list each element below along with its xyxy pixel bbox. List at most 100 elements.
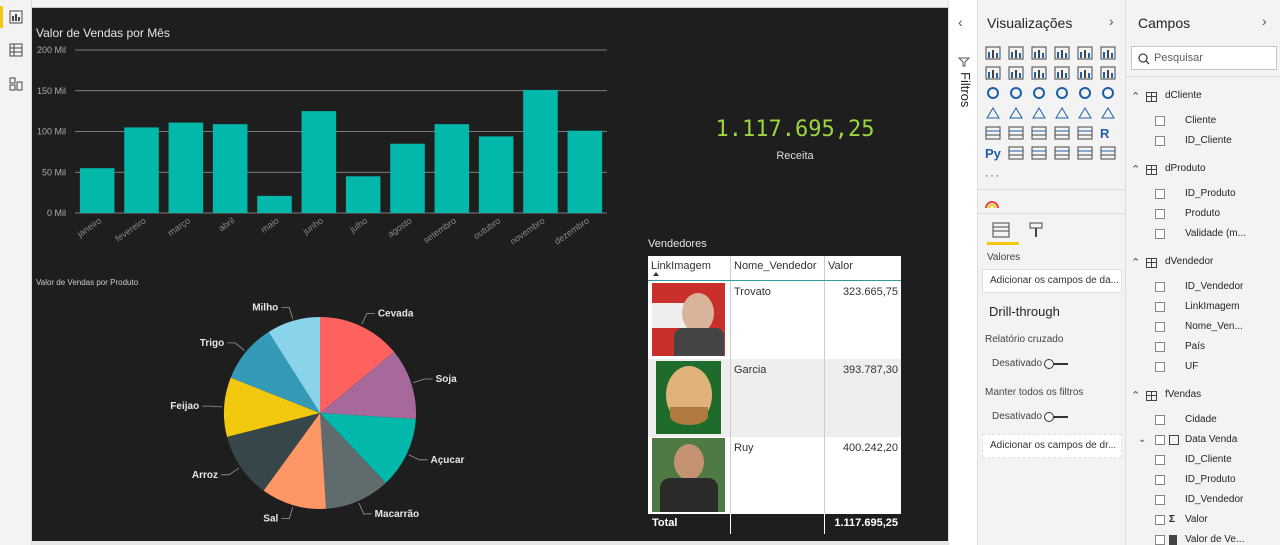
- field-name[interactable]: Produto: [1185, 208, 1220, 219]
- cross-report-toggle[interactable]: [1044, 358, 1068, 369]
- field-name[interactable]: UF: [1185, 361, 1198, 372]
- multi-row-card-icon[interactable]: [985, 126, 1001, 140]
- field-checkbox[interactable]: [1155, 415, 1165, 425]
- field-name[interactable]: ID_Vendedor: [1185, 281, 1243, 292]
- field-name[interactable]: LinkImagem: [1185, 301, 1239, 312]
- bar[interactable]: [79, 168, 115, 213]
- field-name[interactable]: Cliente: [1185, 115, 1216, 126]
- arcgis-icon[interactable]: [1054, 106, 1070, 120]
- bar[interactable]: [567, 130, 603, 213]
- 100-column-icon[interactable]: [1100, 46, 1116, 60]
- bar[interactable]: [434, 124, 470, 213]
- field-checkbox[interactable]: [1155, 455, 1165, 465]
- line-clustered-icon[interactable]: [1077, 66, 1093, 80]
- field-name[interactable]: Nome_Ven...: [1185, 321, 1243, 332]
- field-name[interactable]: ID_Vendedor: [1185, 494, 1243, 505]
- fields-expand-chevron-icon[interactable]: ›: [1262, 13, 1267, 29]
- more-visuals-icon[interactable]: ···: [985, 168, 1000, 182]
- format-paint-roller-icon[interactable]: [1028, 222, 1044, 238]
- bar-chart[interactable]: 0 Mil 50 Mil 100 Mil 150 Mil 200 Mil janeiro f…: [32, 38, 622, 253]
- custom-visual-icon[interactable]: [985, 196, 999, 209]
- field-name[interactable]: ID_Cliente: [1185, 454, 1232, 465]
- field-checkbox[interactable]: [1155, 515, 1165, 525]
- collapse-chevron-icon[interactable]: ⌃: [1131, 90, 1140, 103]
- bar[interactable]: [523, 89, 558, 213]
- col-header-linkimagem[interactable]: LinkImagem: [648, 256, 731, 280]
- fields-tab-icon[interactable]: [992, 222, 1010, 238]
- collapse-chevron-icon[interactable]: ‹: [958, 14, 963, 30]
- bar[interactable]: [212, 124, 248, 213]
- stacked-area-icon[interactable]: [1031, 66, 1047, 80]
- values-dropzone[interactable]: Adicionar os campos de da...: [982, 269, 1122, 293]
- shape-map-icon[interactable]: [1031, 106, 1047, 120]
- clustered-bar-icon[interactable]: [1031, 46, 1047, 60]
- field-checkbox[interactable]: [1155, 535, 1165, 545]
- drill-dropzone[interactable]: Adicionar os campos de dr...: [982, 434, 1122, 458]
- field-checkbox[interactable]: [1155, 475, 1165, 485]
- matrix-icon[interactable]: [1077, 126, 1093, 140]
- python-visual-icon[interactable]: Py: [985, 146, 1001, 161]
- field-name[interactable]: ID_Cliente: [1185, 135, 1232, 146]
- filters-pane[interactable]: ‹ Filtros: [948, 0, 978, 545]
- field-checkbox[interactable]: [1155, 435, 1165, 445]
- expand-chevron-icon[interactable]: ›: [1109, 13, 1114, 29]
- line-column-icon[interactable]: [1054, 66, 1070, 80]
- field-name[interactable]: Validade (m...: [1185, 228, 1246, 239]
- stacked-column-icon[interactable]: [1008, 46, 1024, 60]
- keep-filters-toggle[interactable]: [1044, 411, 1068, 422]
- kpi-icon[interactable]: [1008, 126, 1024, 140]
- search-input[interactable]: Pesquisar: [1131, 46, 1277, 70]
- area-icon[interactable]: [1008, 66, 1024, 80]
- pie-icon[interactable]: [1054, 86, 1070, 100]
- collapse-chevron-icon[interactable]: ⌃: [1131, 256, 1140, 269]
- clustered-column-icon[interactable]: [1054, 46, 1070, 60]
- bar[interactable]: [478, 136, 514, 213]
- field-name[interactable]: Data Venda: [1185, 434, 1237, 445]
- donut-icon[interactable]: [1077, 86, 1093, 100]
- gauge-icon[interactable]: [1077, 106, 1093, 120]
- field-checkbox[interactable]: [1155, 189, 1165, 199]
- stacked-bar-icon[interactable]: [985, 46, 1001, 60]
- filled-map-icon[interactable]: [1008, 106, 1024, 120]
- field-name[interactable]: Cidade: [1185, 414, 1217, 425]
- waterfall-icon[interactable]: [985, 86, 1001, 100]
- collapse-chevron-icon[interactable]: ⌃: [1131, 163, 1140, 176]
- scatter-icon[interactable]: [1031, 86, 1047, 100]
- field-checkbox[interactable]: [1155, 282, 1165, 292]
- field-checkbox[interactable]: [1155, 229, 1165, 239]
- field-name[interactable]: ID_Produto: [1185, 188, 1236, 199]
- field-checkbox[interactable]: [1155, 136, 1165, 146]
- 100-bar-icon[interactable]: [1077, 46, 1093, 60]
- bar[interactable]: [257, 195, 292, 213]
- treemap-icon[interactable]: [1100, 86, 1116, 100]
- table-icon[interactable]: [1054, 126, 1070, 140]
- data-view-icon[interactable]: [8, 43, 24, 59]
- bar[interactable]: [345, 176, 381, 213]
- pie-chart[interactable]: Cevada Soja Açucar Macarrão Sal Arroz Feijao Tr…: [152, 293, 492, 538]
- bar[interactable]: [390, 143, 425, 213]
- line-icon[interactable]: [985, 66, 1001, 80]
- r-visual-icon[interactable]: R: [1100, 126, 1116, 141]
- field-checkbox[interactable]: [1155, 322, 1165, 332]
- field-checkbox[interactable]: [1155, 495, 1165, 505]
- field-checkbox[interactable]: [1155, 302, 1165, 312]
- field-name[interactable]: Valor de Ve...: [1185, 534, 1244, 545]
- model-view-icon[interactable]: [8, 77, 24, 93]
- col-header-valor[interactable]: Valor: [825, 256, 901, 280]
- funnel-icon[interactable]: [1008, 86, 1024, 100]
- field-checkbox[interactable]: [1155, 116, 1165, 126]
- expand-chevron-icon[interactable]: ⌄: [1138, 434, 1146, 445]
- field-name[interactable]: Valor: [1185, 514, 1208, 525]
- field-checkbox[interactable]: [1155, 362, 1165, 372]
- bar[interactable]: [301, 111, 337, 213]
- col-header-nome-vendedor[interactable]: Nome_Vendedor: [731, 256, 825, 280]
- bar[interactable]: [124, 127, 159, 213]
- map-icon[interactable]: [985, 106, 1001, 120]
- vendedores-table[interactable]: LinkImagem Nome_Vendedor Valor Trovato 3…: [648, 256, 901, 534]
- key-influencers-icon[interactable]: [1008, 146, 1024, 160]
- field-checkbox[interactable]: [1155, 342, 1165, 352]
- qa-icon[interactable]: [1054, 146, 1070, 160]
- field-checkbox[interactable]: [1155, 209, 1165, 219]
- card-icon[interactable]: [1100, 106, 1116, 120]
- bar[interactable]: [168, 122, 204, 213]
